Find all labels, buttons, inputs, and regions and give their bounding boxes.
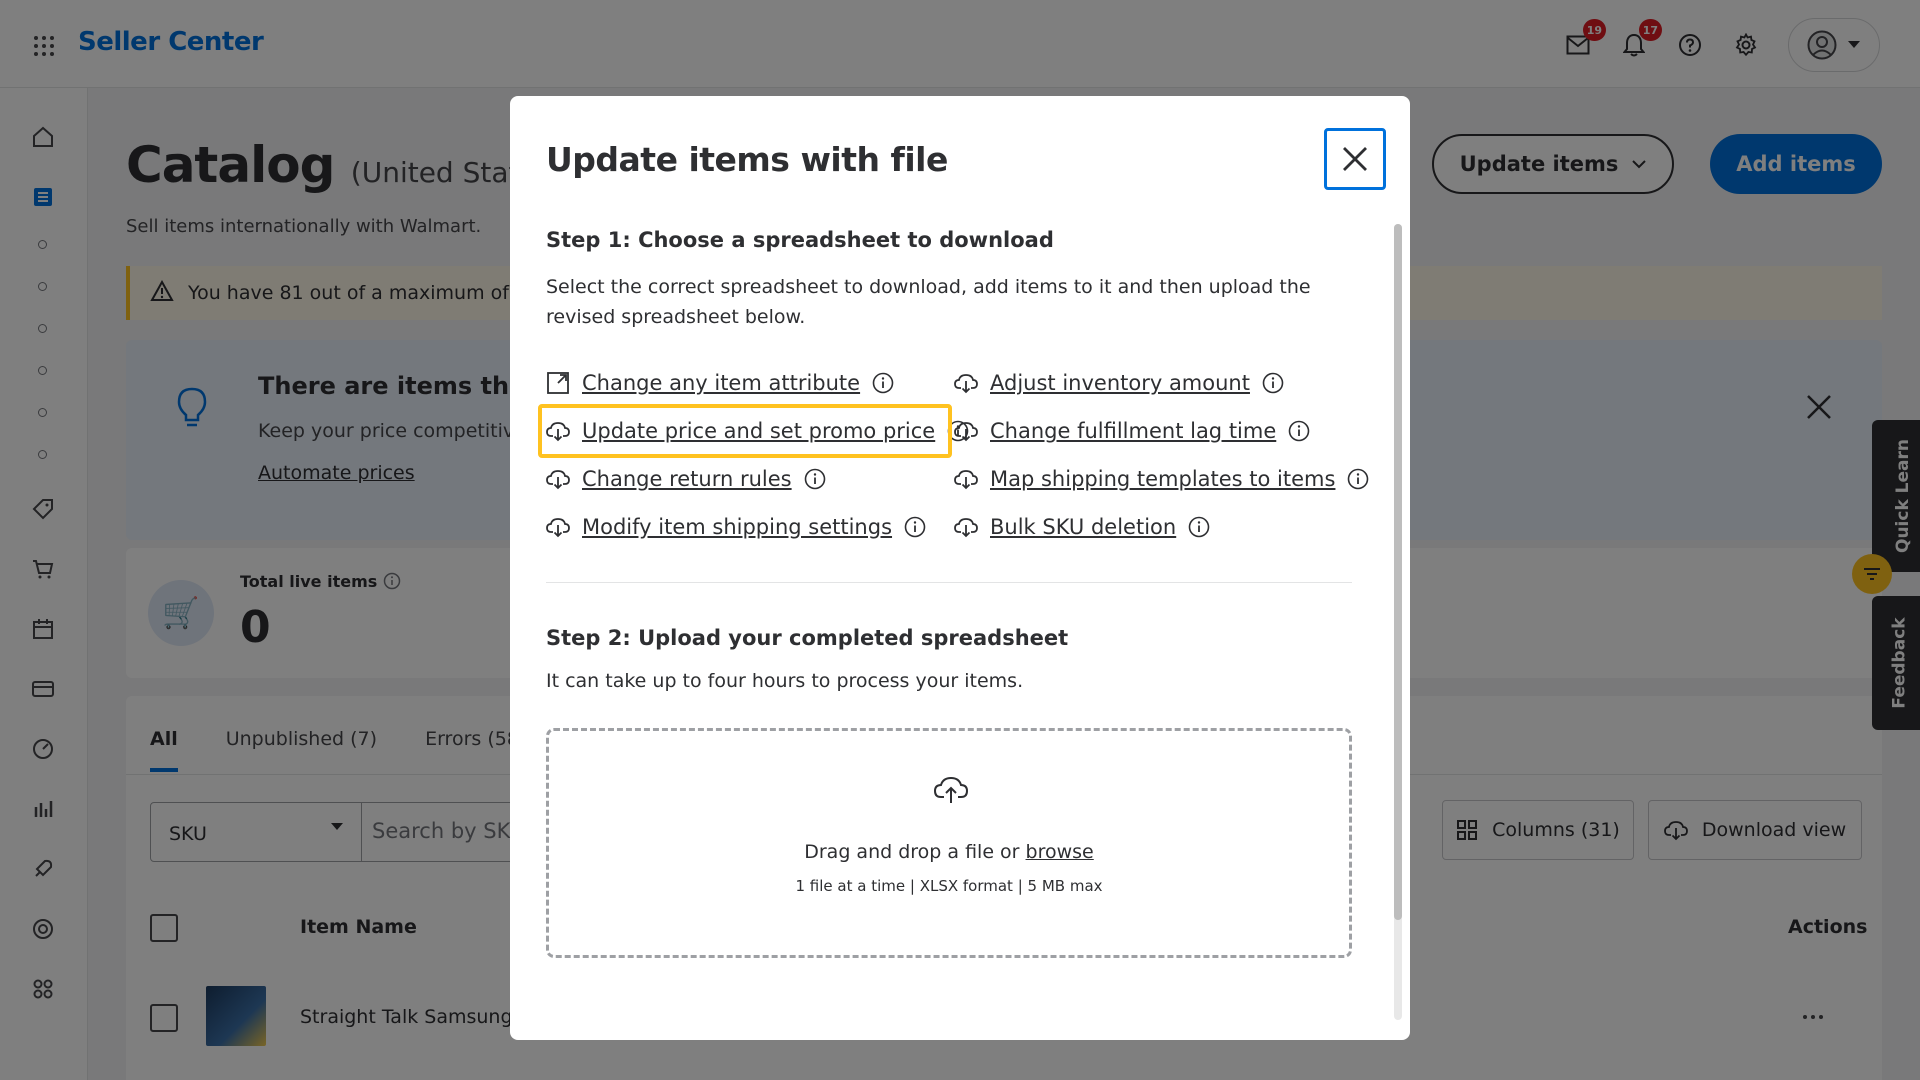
info-icon[interactable] bbox=[1188, 516, 1210, 538]
link-label[interactable]: Bulk SKU deletion bbox=[990, 515, 1176, 539]
modal-close-button[interactable] bbox=[1324, 128, 1386, 190]
step2-title: Step 2: Upload your completed spreadshee… bbox=[546, 626, 1069, 650]
link-label[interactable]: Adjust inventory amount bbox=[990, 371, 1250, 395]
link-update-price-and-set-promo-price[interactable]: Update price and set promo price bbox=[538, 404, 969, 458]
info-icon[interactable] bbox=[804, 468, 826, 490]
link-modify-item-shipping-settings[interactable]: Modify item shipping settings bbox=[546, 510, 926, 544]
link-bulk-sku-deletion[interactable]: Bulk SKU deletion bbox=[954, 510, 1210, 544]
cloud-upload-icon bbox=[934, 776, 968, 803]
link-label[interactable]: Modify item shipping settings bbox=[582, 515, 892, 539]
cloud-download-icon bbox=[954, 422, 978, 442]
cloud-download-icon bbox=[954, 470, 978, 490]
info-icon[interactable] bbox=[872, 372, 894, 394]
info-icon[interactable] bbox=[1347, 468, 1369, 490]
dropzone-requirements: 1 file at a time | XLSX format | 5 MB ma… bbox=[795, 877, 1103, 895]
modal-scrollbar[interactable] bbox=[1394, 224, 1402, 1020]
cloud-download-icon bbox=[546, 518, 570, 538]
modal-scrollbar-thumb[interactable] bbox=[1394, 224, 1402, 920]
link-adjust-inventory-amount[interactable]: Adjust inventory amount bbox=[954, 366, 1284, 400]
step2-description: It can take up to four hours to process … bbox=[546, 670, 1024, 692]
browse-link[interactable]: browse bbox=[1026, 841, 1094, 863]
info-icon[interactable] bbox=[1262, 372, 1284, 394]
info-icon[interactable] bbox=[904, 516, 926, 538]
section-divider bbox=[546, 582, 1352, 583]
link-label[interactable]: Change fulfillment lag time bbox=[990, 419, 1276, 443]
link-label[interactable]: Change return rules bbox=[582, 467, 792, 491]
close-icon bbox=[1343, 147, 1367, 171]
cloud-download-icon bbox=[954, 518, 978, 538]
link-change-return-rules[interactable]: Change return rules bbox=[546, 462, 826, 496]
link-map-shipping-templates-to-items[interactable]: Map shipping templates to items bbox=[954, 462, 1369, 496]
cloud-download-icon bbox=[954, 374, 978, 394]
step1-description: Select the correct spreadsheet to downlo… bbox=[546, 276, 1311, 328]
update-items-modal: Update items with file Step 1: Choose a … bbox=[510, 96, 1410, 1040]
info-icon[interactable] bbox=[1288, 420, 1310, 442]
file-dropzone[interactable]: Drag and drop a file or browse 1 file at… bbox=[546, 728, 1352, 958]
external-link-icon bbox=[547, 372, 569, 394]
dropzone-prompt: Drag and drop a file or bbox=[804, 841, 1026, 863]
modal-title: Update items with file bbox=[546, 140, 948, 179]
link-label[interactable]: Change any item attribute bbox=[582, 371, 860, 395]
step1-title: Step 1: Choose a spreadsheet to download bbox=[546, 228, 1054, 252]
link-change-fulfillment-lag-time[interactable]: Change fulfillment lag time bbox=[954, 414, 1310, 448]
cloud-download-icon bbox=[546, 422, 570, 442]
link-label[interactable]: Map shipping templates to items bbox=[990, 467, 1335, 491]
link-change-any-item-attribute[interactable]: Change any item attribute bbox=[546, 366, 894, 400]
dropzone-text: Drag and drop a file or browse bbox=[549, 841, 1349, 863]
link-label[interactable]: Update price and set promo price bbox=[582, 419, 935, 443]
cloud-download-icon bbox=[546, 470, 570, 490]
